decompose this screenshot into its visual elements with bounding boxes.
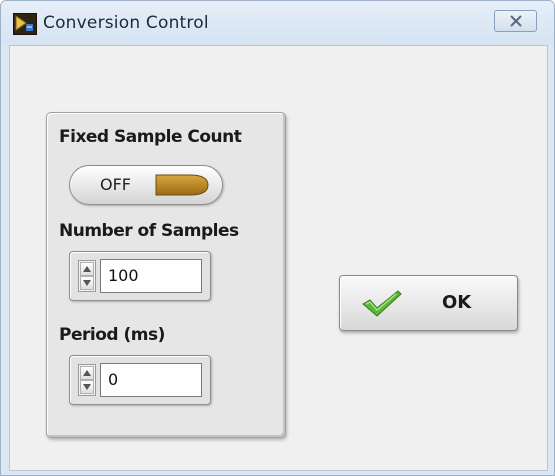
dialog-client-area: Fixed Sample Count OFF Number of Samples — [9, 45, 548, 471]
checkmark-icon — [362, 290, 402, 317]
arrow-down-icon — [83, 280, 91, 286]
number-of-samples-input[interactable]: 100 — [100, 259, 202, 293]
title-bar[interactable]: Conversion Control — [1, 1, 554, 45]
number-of-samples-control: 100 — [69, 251, 211, 301]
increment-button[interactable] — [80, 262, 94, 276]
period-control: 0 — [69, 355, 211, 405]
arrow-up-icon — [83, 266, 91, 272]
dialog-window: Conversion Control Fixed Sample Count OF… — [0, 0, 555, 476]
number-of-samples-spinner — [78, 260, 96, 292]
acquisition-settings-panel: Fixed Sample Count OFF Number of Samples — [46, 112, 286, 438]
period-label: Period (ms) — [59, 325, 165, 345]
close-button[interactable] — [494, 10, 537, 32]
toggle-knob-icon — [155, 174, 209, 196]
fixed-sample-count-label: Fixed Sample Count — [59, 127, 242, 147]
fixed-sample-count-toggle[interactable]: OFF — [69, 165, 223, 205]
arrow-down-icon — [83, 384, 91, 390]
arrow-up-icon — [83, 370, 91, 376]
labview-vi-icon — [13, 13, 37, 35]
ok-button[interactable]: OK — [339, 275, 518, 331]
window-title: Conversion Control — [43, 13, 209, 33]
decrement-button[interactable] — [80, 380, 94, 394]
toggle-state-text: OFF — [100, 175, 131, 194]
number-of-samples-label: Number of Samples — [59, 221, 239, 241]
ok-label: OK — [442, 292, 472, 313]
period-spinner — [78, 364, 96, 396]
increment-button[interactable] — [80, 366, 94, 380]
decrement-button[interactable] — [80, 276, 94, 290]
close-icon — [510, 15, 522, 27]
period-input[interactable]: 0 — [100, 363, 202, 397]
